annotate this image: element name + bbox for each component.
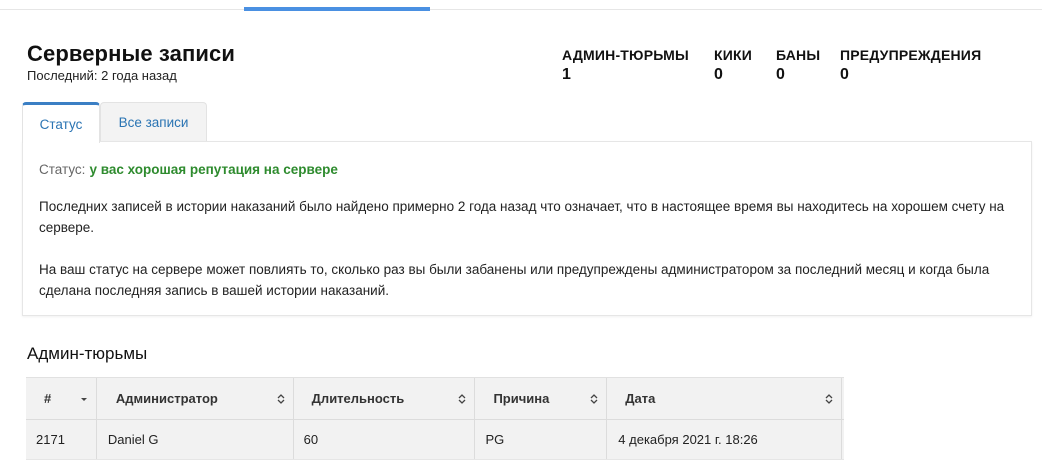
stat-kicks: КИКИ 0 xyxy=(714,47,752,84)
column-header-reason[interactable]: Причина xyxy=(475,378,608,419)
stat-label: КИКИ xyxy=(714,47,753,63)
cell-date: 4 декабря 2021 г. 18:26 xyxy=(607,420,842,459)
column-header-label: Администратор xyxy=(115,391,218,406)
column-header-administrator[interactable]: Администратор xyxy=(97,378,294,419)
status-line: Статус: у вас хорошая репутация на сервер… xyxy=(39,162,338,177)
status-value: у вас хорошая репутация на сервере xyxy=(89,162,338,177)
column-header-duration[interactable]: Длительность xyxy=(294,378,476,419)
sort-icon xyxy=(825,393,833,404)
column-header-label: Дата xyxy=(625,391,656,406)
stat-value: 1 xyxy=(562,66,571,83)
stat-value: 0 xyxy=(840,66,849,83)
table-edge xyxy=(842,420,844,459)
sort-icon xyxy=(590,393,598,404)
stat-value: 0 xyxy=(714,66,723,83)
stat-warnings: ПРЕДУПРЕЖДЕНИЯ 0 xyxy=(840,47,981,84)
admin-jails-table: # Администратор Длительность Причина Дат… xyxy=(26,377,844,460)
cell-reason: PG xyxy=(475,420,608,459)
stat-label: АДМИН-ТЮРЬМЫ xyxy=(562,47,689,63)
sort-icon xyxy=(458,393,466,404)
column-header-label: Длительность xyxy=(311,391,405,406)
status-prefix: Статус: xyxy=(39,162,86,177)
stat-value: 0 xyxy=(776,66,785,83)
column-header-label: # xyxy=(44,391,52,406)
stat-admin-jails: АДМИН-ТЮРЬМЫ 1 xyxy=(562,47,689,84)
section-title-admin-jails: Админ-тюрьмы xyxy=(27,344,148,363)
table-row[interactable]: 2171 Daniel G 60 PG 4 декабря 2021 г. 18… xyxy=(26,420,844,460)
stat-label: БАНЫ xyxy=(776,47,821,63)
stat-label: ПРЕДУПРЕЖДЕНИЯ xyxy=(840,47,982,63)
status-panel: Статус: у вас хорошая репутация на сервер… xyxy=(22,141,1032,316)
status-explanation: На ваш статус на сервере может повлиять … xyxy=(39,262,990,298)
top-divider xyxy=(0,9,1042,10)
cell-duration: 60 xyxy=(294,420,476,459)
tab-all-records[interactable]: Все записи xyxy=(100,102,207,142)
table-edge xyxy=(842,378,844,419)
active-nav-indicator xyxy=(244,7,430,11)
table-header-row: # Администратор Длительность Причина Дат… xyxy=(26,377,844,420)
last-record-subtitle: Последний: 2 года назад xyxy=(27,68,177,83)
page-title: Серверные записи xyxy=(27,41,235,66)
tab-status[interactable]: Статус xyxy=(22,102,100,143)
sort-icon xyxy=(277,393,285,404)
column-header-id[interactable]: # xyxy=(26,378,97,419)
column-header-label: Причина xyxy=(493,391,550,406)
cell-administrator: Daniel G xyxy=(97,420,294,459)
column-header-date[interactable]: Дата xyxy=(607,378,842,419)
status-description: Последних записей в истории наказаний бы… xyxy=(39,199,1005,235)
cell-id: 2171 xyxy=(26,420,97,459)
sort-desc-icon xyxy=(80,397,87,401)
stat-bans: БАНЫ 0 xyxy=(776,47,820,84)
